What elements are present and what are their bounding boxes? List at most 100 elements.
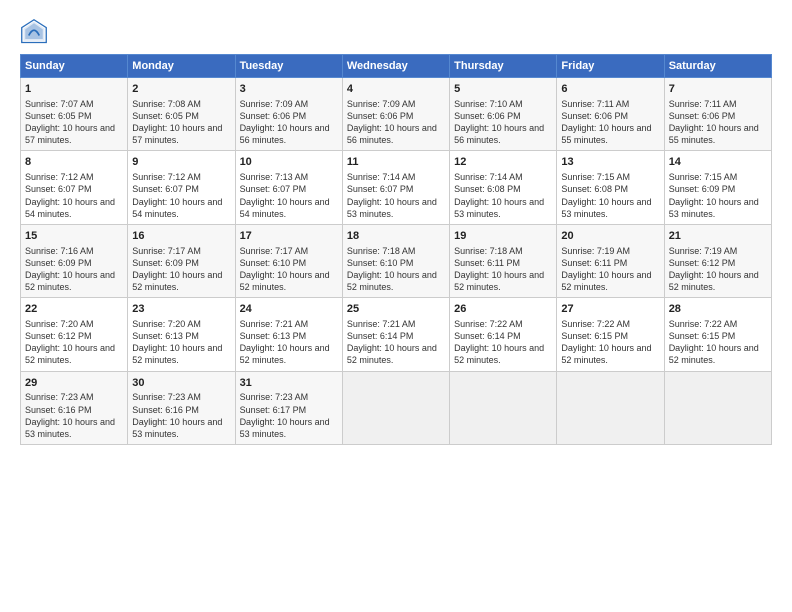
sunset-info: Sunset: 6:10 PM [347,257,445,269]
calendar-cell: 28Sunrise: 7:22 AMSunset: 6:15 PMDayligh… [664,298,771,371]
sunrise-info: Sunrise: 7:22 AM [454,318,552,330]
col-header-sunday: Sunday [21,55,128,78]
sunrise-info: Sunrise: 7:12 AM [132,171,230,183]
day-number: 10 [240,155,338,170]
day-number: 18 [347,229,445,244]
calendar-cell: 16Sunrise: 7:17 AMSunset: 6:09 PMDayligh… [128,224,235,297]
logo-icon [20,18,48,46]
calendar-cell: 15Sunrise: 7:16 AMSunset: 6:09 PMDayligh… [21,224,128,297]
sunrise-info: Sunrise: 7:16 AM [25,245,123,257]
calendar-cell: 12Sunrise: 7:14 AMSunset: 6:08 PMDayligh… [450,151,557,224]
sunset-info: Sunset: 6:07 PM [25,183,123,195]
calendar-cell: 29Sunrise: 7:23 AMSunset: 6:16 PMDayligh… [21,371,128,444]
daylight-info: Daylight: 10 hours and 53 minutes. [347,196,445,220]
calendar-cell: 10Sunrise: 7:13 AMSunset: 6:07 PMDayligh… [235,151,342,224]
day-number: 13 [561,155,659,170]
sunset-info: Sunset: 6:08 PM [454,183,552,195]
sunrise-info: Sunrise: 7:18 AM [347,245,445,257]
day-number: 28 [669,302,767,317]
calendar-cell: 20Sunrise: 7:19 AMSunset: 6:11 PMDayligh… [557,224,664,297]
sunset-info: Sunset: 6:14 PM [454,330,552,342]
calendar-cell: 13Sunrise: 7:15 AMSunset: 6:08 PMDayligh… [557,151,664,224]
sunset-info: Sunset: 6:15 PM [561,330,659,342]
sunrise-info: Sunrise: 7:21 AM [347,318,445,330]
calendar-cell: 31Sunrise: 7:23 AMSunset: 6:17 PMDayligh… [235,371,342,444]
day-number: 4 [347,82,445,97]
day-number: 29 [25,376,123,391]
sunrise-info: Sunrise: 7:12 AM [25,171,123,183]
daylight-info: Daylight: 10 hours and 53 minutes. [25,416,123,440]
daylight-info: Daylight: 10 hours and 53 minutes. [561,196,659,220]
day-number: 1 [25,82,123,97]
col-header-friday: Friday [557,55,664,78]
calendar-cell [342,371,449,444]
sunset-info: Sunset: 6:13 PM [132,330,230,342]
calendar-cell: 5Sunrise: 7:10 AMSunset: 6:06 PMDaylight… [450,78,557,151]
daylight-info: Daylight: 10 hours and 55 minutes. [561,122,659,146]
sunset-info: Sunset: 6:05 PM [132,110,230,122]
sunrise-info: Sunrise: 7:10 AM [454,98,552,110]
sunset-info: Sunset: 6:07 PM [132,183,230,195]
sunset-info: Sunset: 6:16 PM [132,404,230,416]
sunrise-info: Sunrise: 7:08 AM [132,98,230,110]
sunset-info: Sunset: 6:12 PM [25,330,123,342]
calendar-cell: 7Sunrise: 7:11 AMSunset: 6:06 PMDaylight… [664,78,771,151]
sunrise-info: Sunrise: 7:07 AM [25,98,123,110]
sunset-info: Sunset: 6:06 PM [347,110,445,122]
header [20,18,772,46]
daylight-info: Daylight: 10 hours and 52 minutes. [561,342,659,366]
day-number: 6 [561,82,659,97]
daylight-info: Daylight: 10 hours and 54 minutes. [240,196,338,220]
sunset-info: Sunset: 6:06 PM [669,110,767,122]
sunrise-info: Sunrise: 7:15 AM [669,171,767,183]
sunset-info: Sunset: 6:07 PM [240,183,338,195]
day-number: 22 [25,302,123,317]
sunset-info: Sunset: 6:15 PM [669,330,767,342]
daylight-info: Daylight: 10 hours and 53 minutes. [454,196,552,220]
day-number: 21 [669,229,767,244]
sunrise-info: Sunrise: 7:20 AM [25,318,123,330]
sunset-info: Sunset: 6:07 PM [347,183,445,195]
day-number: 27 [561,302,659,317]
col-header-wednesday: Wednesday [342,55,449,78]
calendar-cell: 24Sunrise: 7:21 AMSunset: 6:13 PMDayligh… [235,298,342,371]
sunrise-info: Sunrise: 7:09 AM [347,98,445,110]
day-number: 2 [132,82,230,97]
daylight-info: Daylight: 10 hours and 57 minutes. [25,122,123,146]
sunset-info: Sunset: 6:09 PM [669,183,767,195]
sunset-info: Sunset: 6:09 PM [132,257,230,269]
sunrise-info: Sunrise: 7:09 AM [240,98,338,110]
calendar-cell: 22Sunrise: 7:20 AMSunset: 6:12 PMDayligh… [21,298,128,371]
sunrise-info: Sunrise: 7:22 AM [561,318,659,330]
calendar-cell: 17Sunrise: 7:17 AMSunset: 6:10 PMDayligh… [235,224,342,297]
calendar-cell: 19Sunrise: 7:18 AMSunset: 6:11 PMDayligh… [450,224,557,297]
daylight-info: Daylight: 10 hours and 53 minutes. [240,416,338,440]
sunset-info: Sunset: 6:05 PM [25,110,123,122]
day-number: 25 [347,302,445,317]
calendar-cell [450,371,557,444]
daylight-info: Daylight: 10 hours and 52 minutes. [454,342,552,366]
col-header-tuesday: Tuesday [235,55,342,78]
sunrise-info: Sunrise: 7:11 AM [561,98,659,110]
day-number: 9 [132,155,230,170]
sunrise-info: Sunrise: 7:14 AM [347,171,445,183]
logo [20,18,52,46]
sunrise-info: Sunrise: 7:17 AM [132,245,230,257]
sunrise-info: Sunrise: 7:19 AM [669,245,767,257]
sunrise-info: Sunrise: 7:20 AM [132,318,230,330]
col-header-saturday: Saturday [664,55,771,78]
day-number: 26 [454,302,552,317]
calendar-table: SundayMondayTuesdayWednesdayThursdayFrid… [20,54,772,445]
calendar-cell: 2Sunrise: 7:08 AMSunset: 6:05 PMDaylight… [128,78,235,151]
daylight-info: Daylight: 10 hours and 52 minutes. [240,342,338,366]
daylight-info: Daylight: 10 hours and 53 minutes. [132,416,230,440]
daylight-info: Daylight: 10 hours and 52 minutes. [669,269,767,293]
calendar-cell: 9Sunrise: 7:12 AMSunset: 6:07 PMDaylight… [128,151,235,224]
day-number: 12 [454,155,552,170]
calendar-cell: 21Sunrise: 7:19 AMSunset: 6:12 PMDayligh… [664,224,771,297]
day-number: 15 [25,229,123,244]
sunrise-info: Sunrise: 7:23 AM [132,391,230,403]
calendar-cell: 8Sunrise: 7:12 AMSunset: 6:07 PMDaylight… [21,151,128,224]
sunset-info: Sunset: 6:06 PM [454,110,552,122]
sunrise-info: Sunrise: 7:14 AM [454,171,552,183]
